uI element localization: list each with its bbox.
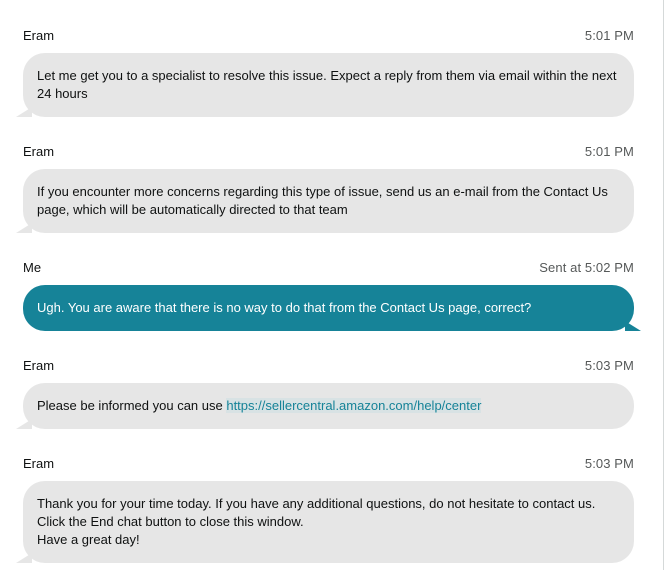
sender-name: Eram [23, 358, 55, 373]
message-text-line: Click the End chat button to close this … [37, 514, 304, 529]
message-text-line: Thank you for your time today. If you ha… [37, 496, 596, 511]
chat-message: Eram 5:03 PM Please be informed you can … [16, 358, 634, 429]
message-time: 5:03 PM [584, 456, 634, 471]
message-time: 5:01 PM [584, 28, 634, 43]
message-bubble: Please be informed you can use https://s… [16, 383, 634, 429]
chat-transcript: Eram 5:01 PM Let me get you to a special… [0, 0, 664, 570]
message-time: Sent at 5:02 PM [539, 260, 634, 275]
sender-name: Me [23, 260, 42, 275]
message-bubble: If you encounter more concerns regarding… [16, 169, 634, 233]
message-bubble: Ugh. You are aware that there is no way … [23, 285, 641, 331]
message-bubble: Let me get you to a specialist to resolv… [16, 53, 634, 117]
message-time: 5:01 PM [584, 144, 634, 159]
message-text: Ugh. You are aware that there is no way … [37, 300, 532, 315]
message-time: 5:03 PM [584, 358, 634, 373]
sender-name: Eram [23, 456, 55, 471]
message-text: Please be informed you can use [37, 398, 227, 413]
message-text: If you encounter more concerns regarding… [37, 184, 608, 217]
message-text-line: Have a great day! [37, 532, 140, 547]
sender-name: Eram [23, 28, 55, 43]
help-center-link[interactable]: https://sellercentral.amazon.com/help/ce… [226, 398, 482, 413]
chat-message: Eram 5:03 PM Thank you for your time tod… [16, 456, 634, 563]
message-bubble: Thank you for your time today. If you ha… [16, 481, 634, 563]
sender-name: Eram [23, 144, 55, 159]
chat-message: Eram 5:01 PM If you encounter more conce… [16, 144, 634, 233]
chat-message-own: Me Sent at 5:02 PM Ugh. You are aware th… [23, 260, 641, 331]
chat-message: Eram 5:01 PM Let me get you to a special… [16, 28, 634, 117]
message-text: Let me get you to a specialist to resolv… [37, 68, 617, 101]
